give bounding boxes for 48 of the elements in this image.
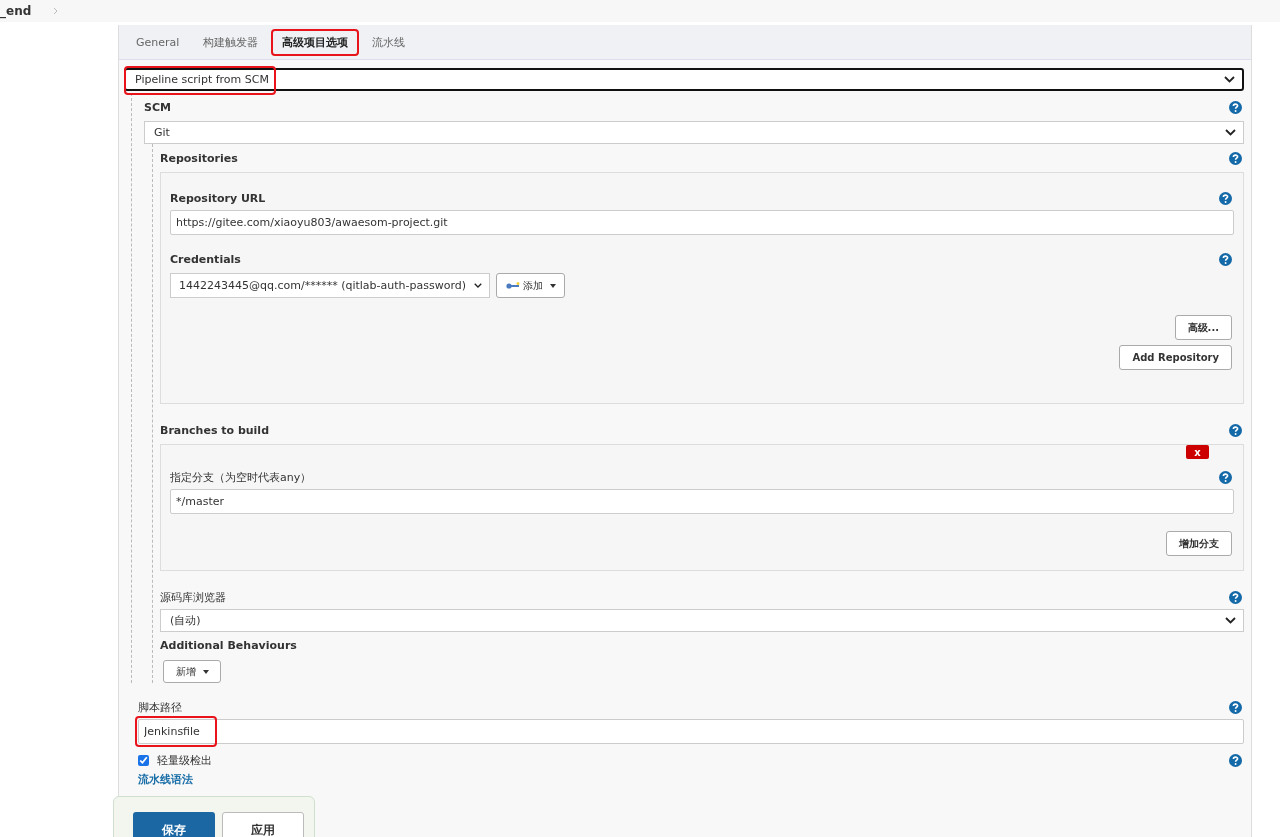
delete-button[interactable]: x bbox=[1186, 445, 1209, 459]
caret-icon bbox=[202, 669, 209, 674]
checkbox-label: 轻量级检出 bbox=[157, 752, 212, 768]
credentials-dropdown[interactable]: 1442243445@qq.com/****** (qitlab-auth-password) bbox=[170, 273, 490, 298]
tab[interactable]: General bbox=[125, 29, 191, 55]
field-label: SCM bbox=[144, 100, 171, 114]
tab[interactable]: 构建触发器 bbox=[192, 28, 270, 56]
checkbox[interactable] bbox=[138, 754, 149, 766]
chevron-down-icon bbox=[474, 282, 482, 289]
help-icon[interactable] bbox=[1229, 590, 1242, 604]
chevron-down-icon bbox=[1224, 76, 1235, 83]
help-icon[interactable] bbox=[1229, 700, 1242, 714]
field-label: 指定分支（为空时代表any） bbox=[170, 469, 312, 485]
save-button[interactable]: 保存 bbox=[133, 812, 215, 837]
breadcrumb-item[interactable]: _end bbox=[0, 4, 32, 18]
scm-dropdown[interactable]: Git bbox=[144, 121, 1244, 144]
script-path-field[interactable]: Jenkinsfile bbox=[138, 719, 1244, 744]
apply-button[interactable]: 应用 bbox=[222, 812, 304, 837]
field-label: Repository URL bbox=[170, 191, 266, 205]
chevron-down-icon bbox=[1225, 617, 1236, 624]
repository-url-field[interactable]: https://gitee.com/xiaoyu803/awaesom-project.git bbox=[170, 210, 1234, 235]
help-icon[interactable] bbox=[1219, 252, 1232, 266]
tab[interactable]: 流水线 bbox=[361, 28, 417, 56]
pipeline-syntax-link[interactable]: 流水线语法 bbox=[138, 772, 193, 787]
help-icon[interactable] bbox=[1219, 191, 1232, 205]
key-icon bbox=[505, 281, 520, 290]
field-label: Repositories bbox=[160, 151, 238, 165]
repository-browser-dropdown[interactable]: (自动) bbox=[160, 609, 1244, 632]
field-label: Additional Behaviours bbox=[160, 638, 297, 652]
caret-icon bbox=[549, 283, 556, 288]
field-label: Branches to build bbox=[160, 423, 270, 437]
help-icon[interactable] bbox=[1219, 470, 1232, 484]
help-icon[interactable] bbox=[1229, 423, 1242, 437]
add-behaviour-button[interactable]: 新增 bbox=[163, 660, 221, 683]
branch-specifier-field[interactable]: */master bbox=[170, 489, 1234, 514]
help-icon[interactable] bbox=[1229, 100, 1242, 114]
advanced-button[interactable]: 高级... bbox=[1174, 315, 1232, 340]
chevron-down-icon bbox=[1225, 129, 1236, 136]
help-icon[interactable] bbox=[1229, 151, 1242, 165]
help-icon[interactable] bbox=[1229, 753, 1242, 767]
field-label: 脚本路径 bbox=[138, 699, 182, 715]
chevron-right-icon bbox=[53, 7, 59, 15]
add-credentials-button[interactable]: 添加 bbox=[496, 273, 565, 298]
field-label: Credentials bbox=[170, 252, 241, 266]
field-label: 源码库浏览器 bbox=[160, 589, 226, 605]
add-repository-button[interactable]: Add Repository bbox=[1119, 345, 1232, 370]
add-branch-button[interactable]: 增加分支 bbox=[1166, 531, 1232, 556]
tab[interactable]: 高级项目选项 bbox=[271, 28, 360, 56]
